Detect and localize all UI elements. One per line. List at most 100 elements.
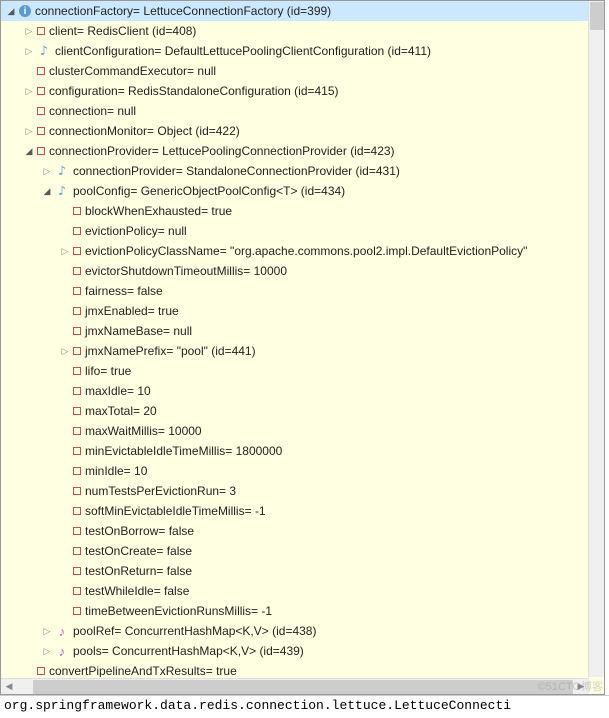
collapse-toggle-icon[interactable] (41, 185, 53, 197)
toggle-spacer (59, 505, 71, 517)
expand-toggle-icon[interactable] (23, 125, 35, 137)
field-private-icon (73, 527, 81, 535)
expand-toggle-icon[interactable] (23, 25, 35, 37)
variable-label: clientConfiguration= DefaultLettucePooli… (55, 44, 431, 58)
variable-label: connectionMonitor= Object (id=422) (49, 124, 240, 138)
expand-toggle-icon[interactable] (41, 625, 53, 637)
expand-toggle-icon[interactable] (41, 645, 53, 657)
vertical-scrollbar[interactable] (588, 1, 604, 677)
expand-toggle-icon[interactable] (41, 165, 53, 177)
field-private-icon (73, 367, 81, 375)
variable-label: maxWaitMillis= 10000 (85, 424, 202, 438)
tree-row[interactable]: softMinEvictableIdleTimeMillis= -1 (1, 501, 589, 521)
tree-row[interactable]: testWhileIdle= false (1, 581, 589, 601)
variable-label: pools= ConcurrentHashMap<K,V> (id=439) (73, 644, 304, 658)
field-private-icon (73, 207, 81, 215)
field-private-icon (37, 127, 45, 135)
variable-label: minEvictableIdleTimeMillis= 1800000 (85, 444, 282, 458)
scroll-left-icon[interactable]: ◀ (1, 680, 17, 694)
tree-row[interactable]: maxIdle= 10 (1, 381, 589, 401)
field-private-icon (73, 467, 81, 475)
tree-row[interactable]: poolConfig= GenericObjectPoolConfig<T> (… (1, 181, 589, 201)
variable-label: jmxNameBase= null (85, 324, 192, 338)
tree-row[interactable]: poolRef= ConcurrentHashMap<K,V> (id=438) (1, 621, 589, 641)
variable-label: testWhileIdle= false (85, 584, 189, 598)
toggle-spacer (59, 605, 71, 617)
expand-toggle-icon[interactable] (23, 85, 35, 97)
variable-label: lifo= true (85, 364, 131, 378)
tree-row[interactable]: clusterCommandExecutor= null (1, 61, 589, 81)
field-private-icon (73, 347, 81, 355)
field-private-icon (73, 587, 81, 595)
variable-label: maxTotal= 20 (85, 404, 157, 418)
toggle-spacer (59, 585, 71, 597)
tree-row[interactable]: testOnCreate= false (1, 541, 589, 561)
tree-row[interactable]: jmxNameBase= null (1, 321, 589, 341)
field-map-icon (55, 644, 69, 658)
tree-row[interactable]: jmxEnabled= true (1, 301, 589, 321)
tree-row[interactable]: convertPipelineAndTxResults= true (1, 661, 589, 677)
toggle-spacer (59, 325, 71, 337)
variable-label: client= RedisClient (id=408) (49, 24, 196, 38)
tree-row[interactable]: client= RedisClient (id=408) (1, 21, 589, 41)
toggle-spacer (59, 525, 71, 537)
tree-row[interactable]: maxWaitMillis= 10000 (1, 421, 589, 441)
tree-row-root[interactable]: i connectionFactory= LettuceConnectionFa… (1, 1, 589, 21)
variable-label: connectionProvider= StandaloneConnection… (73, 164, 400, 178)
tree-row[interactable]: connectionMonitor= Object (id=422) (1, 121, 589, 141)
tree-row[interactable]: lifo= true (1, 361, 589, 381)
toggle-spacer (59, 285, 71, 297)
tree-row[interactable]: minEvictableIdleTimeMillis= 1800000 (1, 441, 589, 461)
field-private-icon (37, 27, 45, 35)
tree-row[interactable]: numTestsPerEvictionRun= 3 (1, 481, 589, 501)
field-private-icon (37, 67, 45, 75)
field-private-icon (73, 307, 81, 315)
info-icon: i (19, 5, 31, 17)
tree-row[interactable]: evictionPolicy= null (1, 221, 589, 241)
toggle-spacer (59, 545, 71, 557)
tree-row[interactable]: connectionProvider= StandaloneConnection… (1, 161, 589, 181)
tree-row[interactable]: testOnReturn= false (1, 561, 589, 581)
collapse-toggle-icon[interactable] (23, 145, 35, 157)
tree-row[interactable]: maxTotal= 20 (1, 401, 589, 421)
expand-toggle-icon[interactable] (23, 45, 35, 57)
variable-label: clusterCommandExecutor= null (49, 64, 216, 78)
toggle-spacer (59, 425, 71, 437)
variable-label: evictionPolicy= null (85, 224, 187, 238)
tree-row[interactable]: evictionPolicyClassName= "org.apache.com… (1, 241, 589, 261)
tree-row[interactable]: clientConfiguration= DefaultLettucePooli… (1, 41, 589, 61)
tree-row[interactable]: minIdle= 10 (1, 461, 589, 481)
tree-row[interactable]: fairness= false (1, 281, 589, 301)
tree-row[interactable]: configuration= RedisStandaloneConfigurat… (1, 81, 589, 101)
field-private-icon (37, 87, 45, 95)
variable-label: connectionFactory= LettuceConnectionFact… (35, 4, 331, 18)
variable-label: evictorShutdownTimeoutMillis= 10000 (85, 264, 287, 278)
tree-row[interactable]: evictorShutdownTimeoutMillis= 10000 (1, 261, 589, 281)
variable-label: convertPipelineAndTxResults= true (49, 664, 237, 677)
field-private-icon (73, 227, 81, 235)
tree-row[interactable]: pools= ConcurrentHashMap<K,V> (id=439) (1, 641, 589, 661)
field-private-icon (73, 487, 81, 495)
tree-row[interactable]: testOnBorrow= false (1, 521, 589, 541)
toggle-spacer (59, 265, 71, 277)
horizontal-scrollbar-track[interactable] (17, 680, 573, 694)
vertical-scrollbar-thumb[interactable] (590, 2, 604, 30)
tree-row[interactable]: blockWhenExhausted= true (1, 201, 589, 221)
toggle-spacer (59, 565, 71, 577)
expand-toggle-icon[interactable] (5, 5, 17, 17)
toggle-spacer (59, 365, 71, 377)
horizontal-scrollbar[interactable]: ◀ ▶ (1, 678, 589, 694)
field-private-icon (73, 287, 81, 295)
expand-toggle-icon[interactable] (59, 345, 71, 357)
expand-toggle-icon[interactable] (59, 245, 71, 257)
variable-label: poolRef= ConcurrentHashMap<K,V> (id=438) (73, 624, 316, 638)
tree-row[interactable]: jmxNamePrefix= "pool" (id=441) (1, 341, 589, 361)
toggle-spacer (23, 65, 35, 77)
tree-scroll-area[interactable]: i connectionFactory= LettuceConnectionFa… (1, 1, 589, 677)
toggle-spacer (59, 445, 71, 457)
tree-row[interactable]: connection= null (1, 101, 589, 121)
tree-row[interactable]: connectionProvider= LettucePoolingConnec… (1, 141, 589, 161)
variable-label: softMinEvictableIdleTimeMillis= -1 (85, 504, 266, 518)
tree-row[interactable]: timeBetweenEvictionRunsMillis= -1 (1, 601, 589, 621)
horizontal-scrollbar-thumb[interactable] (33, 680, 573, 694)
